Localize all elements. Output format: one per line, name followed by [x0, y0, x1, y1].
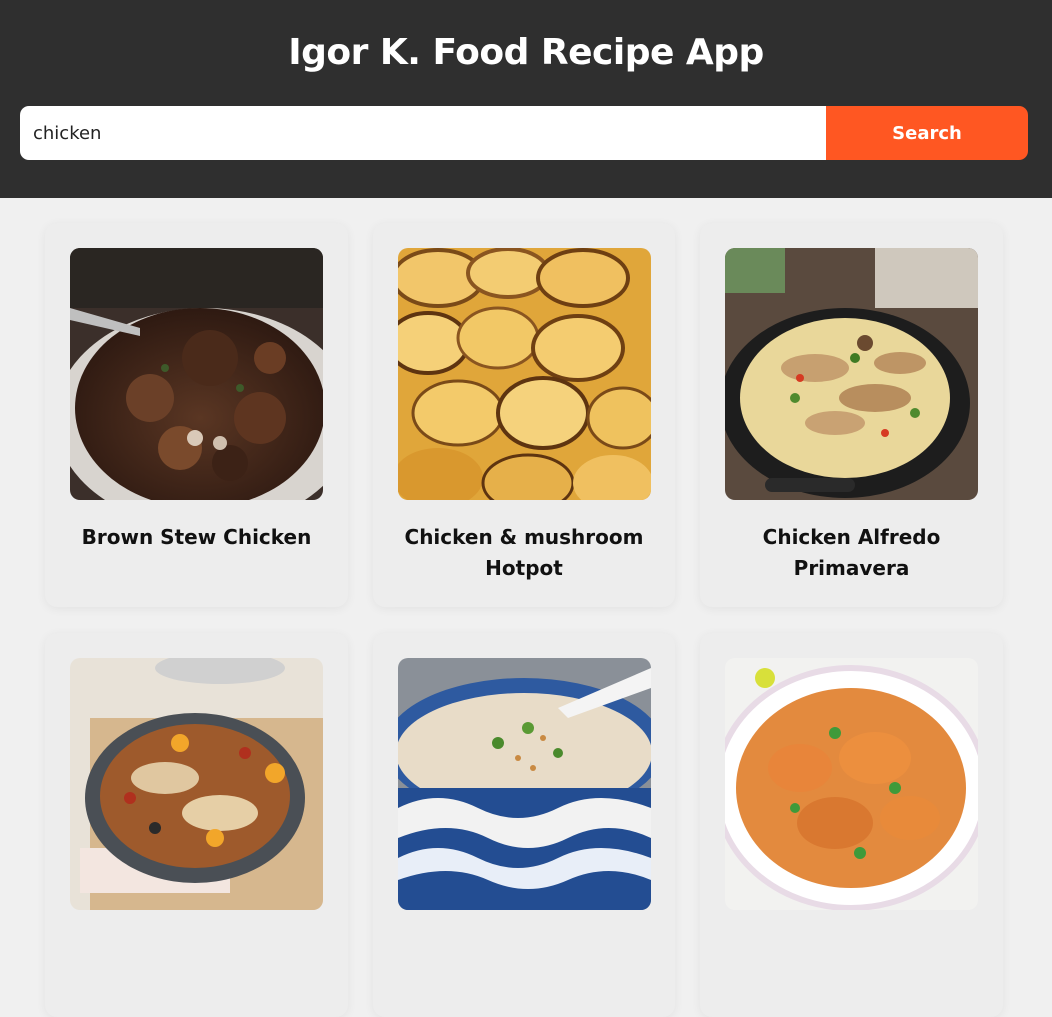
recipe-image[interactable]: [398, 248, 651, 500]
recipe-name[interactable]: Chicken Alfredo Primavera: [725, 522, 978, 584]
recipe-card[interactable]: [700, 633, 1003, 1017]
recipe-name[interactable]: Chicken & mushroom Hotpot: [398, 522, 650, 584]
recipe-card[interactable]: Chicken Alfredo Primavera: [700, 223, 1003, 607]
recipe-image[interactable]: [70, 248, 323, 500]
recipe-image[interactable]: [398, 658, 651, 910]
recipe-card[interactable]: [373, 633, 675, 1017]
app-header: Igor K. Food Recipe App: [0, 0, 1052, 198]
search-button[interactable]: Search: [826, 106, 1028, 160]
recipe-image[interactable]: [70, 658, 323, 910]
recipe-card[interactable]: Chicken & mushroom Hotpot: [373, 223, 675, 607]
recipe-card[interactable]: [45, 633, 348, 1017]
search-input[interactable]: [20, 106, 826, 160]
recipe-name[interactable]: Brown Stew Chicken: [70, 522, 323, 553]
search-bar: Search: [20, 106, 1028, 160]
recipe-grid: Brown Stew Chicken Chicken & mushroom Ho…: [45, 223, 1005, 1017]
recipe-card[interactable]: Brown Stew Chicken: [45, 223, 348, 607]
recipe-image[interactable]: [725, 658, 978, 910]
app-title: Igor K. Food Recipe App: [288, 32, 764, 73]
recipe-image[interactable]: [725, 248, 978, 500]
